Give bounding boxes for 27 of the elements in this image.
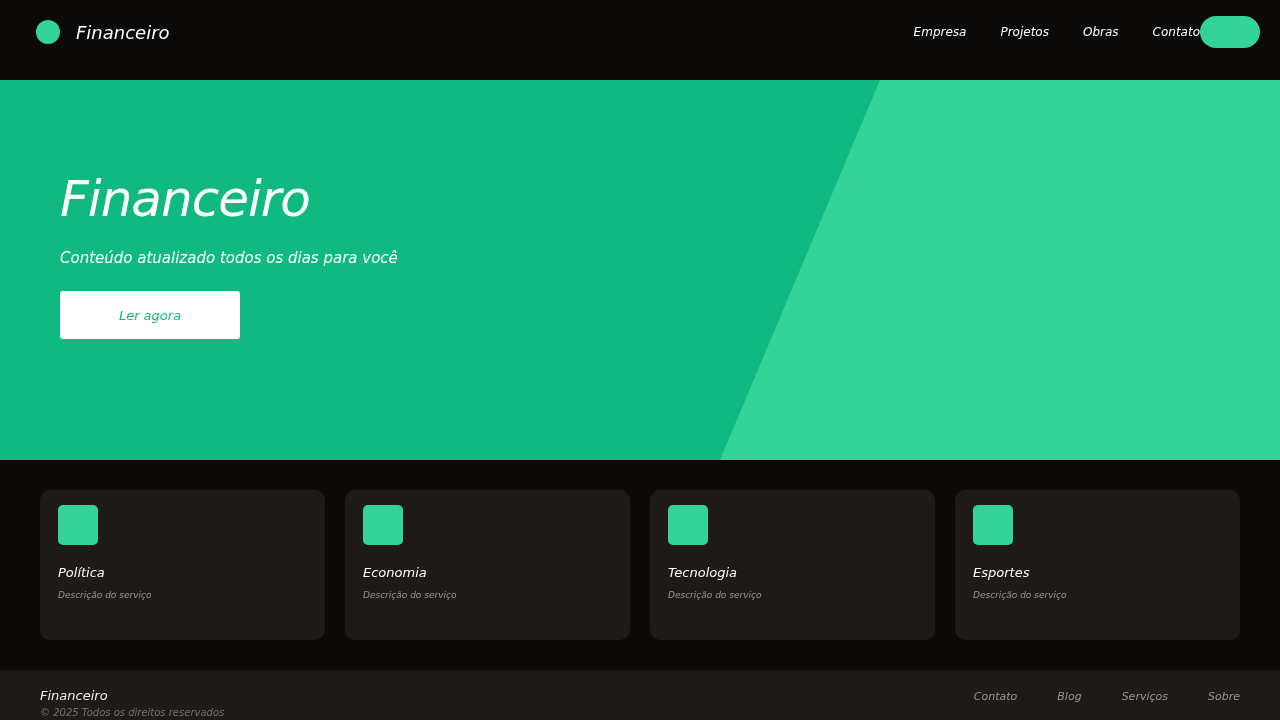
square-icon bbox=[973, 505, 1013, 545]
square-icon bbox=[363, 505, 403, 545]
footer-link[interactable]: Contato bbox=[973, 690, 1018, 703]
nav-link[interactable]: Empresa bbox=[913, 25, 967, 39]
card-title: Esportes bbox=[973, 565, 1030, 580]
hero-subtitle: Conteúdo atualizado todos os dias para você bbox=[60, 249, 398, 267]
card-title: Política bbox=[58, 565, 105, 580]
card-description: Descrição do serviço bbox=[668, 590, 762, 600]
footer-brand: Financeiro bbox=[40, 688, 109, 703]
card-description: Descrição do serviço bbox=[973, 590, 1067, 600]
copyright-text: © 2025 Todos os direitos reservados bbox=[40, 707, 225, 718]
footer-link[interactable]: Blog bbox=[1057, 690, 1082, 703]
brand-name: Financeiro bbox=[76, 21, 170, 43]
card-title: Tecnologia bbox=[668, 565, 738, 580]
square-icon bbox=[58, 505, 98, 545]
card-description: Descrição do serviço bbox=[58, 590, 152, 600]
square-icon bbox=[668, 505, 708, 545]
logo-icon bbox=[36, 20, 60, 44]
nav-link[interactable]: Contato bbox=[1152, 25, 1200, 39]
card-description: Descrição do serviço bbox=[363, 590, 457, 600]
footer-link[interactable]: Sobre bbox=[1208, 690, 1240, 703]
nav-link[interactable]: Obras bbox=[1082, 25, 1119, 39]
card-title: Economia bbox=[363, 565, 427, 580]
footer-link[interactable]: Serviços bbox=[1121, 690, 1168, 703]
nav-link[interactable]: Projetos bbox=[1000, 25, 1049, 39]
hero-title: Financeiro bbox=[60, 172, 310, 227]
header-button[interactable] bbox=[1200, 16, 1260, 48]
